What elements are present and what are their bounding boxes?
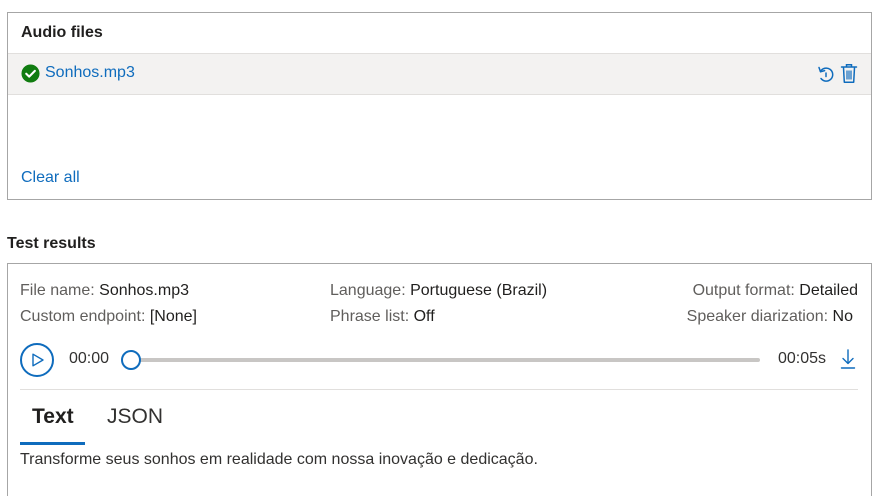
play-icon — [32, 353, 44, 367]
file-name-field: File name: Sonhos.mp3 — [20, 282, 189, 300]
audio-files-panel: Audio files Sonhos.mp3 Clear all — [7, 12, 872, 200]
delete-icon[interactable] — [840, 63, 858, 84]
play-button[interactable] — [20, 343, 54, 377]
speaker-diarization-field: Speaker diarization: No — [687, 308, 853, 326]
selected-tab-indicator — [20, 442, 85, 445]
seek-thumb[interactable] — [121, 350, 141, 370]
success-check-icon — [21, 64, 40, 83]
phrase-list-field: Phrase list: Off — [330, 308, 435, 326]
audio-player: 00:00 00:05s — [20, 343, 858, 377]
total-time: 00:05s — [778, 350, 827, 367]
custom-endpoint-label: Custom endpoint: — [20, 308, 146, 325]
output-format-field: Output format: Detailed — [693, 282, 858, 300]
download-icon[interactable] — [840, 348, 856, 370]
language-field: Language: Portuguese (Brazil) — [330, 282, 547, 300]
audio-file-name-link[interactable]: Sonhos.mp3 — [45, 64, 135, 82]
audio-files-title: Audio files — [21, 24, 103, 41]
speaker-diarization-value: No — [832, 308, 853, 325]
tab-json[interactable]: JSON — [107, 405, 163, 429]
audio-file-row[interactable]: Sonhos.mp3 — [8, 53, 871, 95]
output-format-value: Detailed — [799, 282, 858, 299]
test-results-title: Test results — [7, 235, 96, 252]
file-name-label: File name: — [20, 282, 95, 299]
player-divider — [20, 389, 858, 390]
retry-icon[interactable] — [816, 64, 836, 84]
output-format-label: Output format: — [692, 282, 795, 299]
clear-all-link[interactable]: Clear all — [21, 169, 80, 187]
language-value: Portuguese (Brazil) — [410, 282, 548, 299]
phrase-list-value: Off — [413, 308, 435, 325]
transcript-text: Transforme seus sonhos em realidade com … — [20, 451, 538, 468]
custom-endpoint-field: Custom endpoint: [None] — [20, 308, 197, 326]
file-name-value: Sonhos.mp3 — [99, 282, 189, 299]
seek-track[interactable] — [130, 358, 760, 362]
current-time: 00:00 — [69, 350, 110, 367]
speaker-diarization-label: Speaker diarization: — [686, 308, 829, 325]
language-label: Language: — [330, 282, 406, 299]
tab-text[interactable]: Text — [32, 405, 74, 429]
custom-endpoint-value: [None] — [149, 308, 197, 325]
phrase-list-label: Phrase list: — [330, 308, 410, 325]
